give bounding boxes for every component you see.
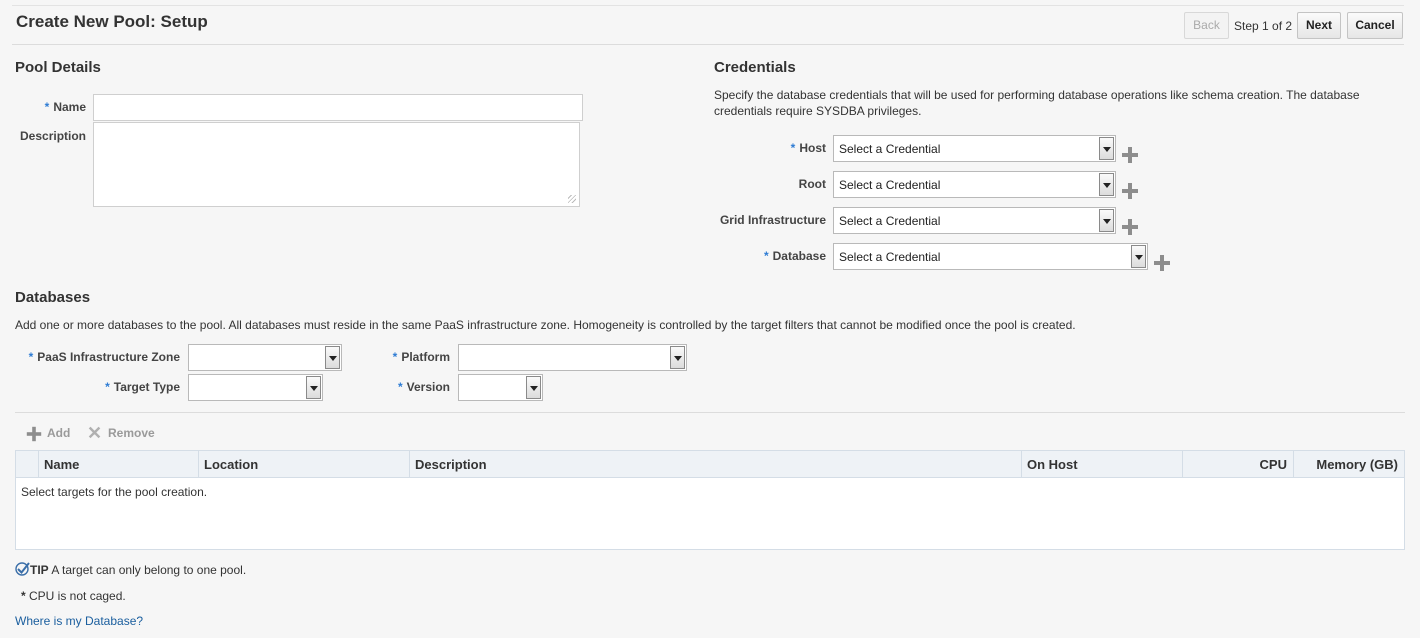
grid-infrastructure-credential-label: Grid Infrastructure [719,213,826,227]
add-label: Add [47,426,71,440]
add-button[interactable]: Add [26,426,71,442]
required-indicator: * [790,141,796,155]
next-button[interactable]: Next [1297,12,1341,39]
zone-label: * PaaS Infrastructure Zone [28,350,180,364]
column-header-name[interactable]: Name [38,451,198,478]
root-credential-select[interactable]: Select a Credential [833,171,1116,198]
header-divider [12,44,1404,45]
add-host-credential-plus-icon[interactable] [1122,147,1138,163]
pool-details-heading: Pool Details [15,59,101,76]
remove-label: Remove [108,426,155,440]
select-column-header[interactable] [16,451,38,478]
platform-select[interactable] [458,344,687,371]
required-indicator: * [397,380,403,394]
required-indicator: * [28,350,34,364]
credentials-heading: Credentials [714,59,796,76]
add-grid-credential-plus-icon[interactable] [1122,219,1138,235]
description-textarea[interactable] [93,122,580,207]
remove-button[interactable]: ✕ Remove [87,423,155,443]
chevron-down-icon[interactable] [1099,173,1114,196]
add-database-credential-plus-icon[interactable] [1154,255,1170,271]
chevron-down-icon[interactable] [1099,137,1114,160]
platform-label: * Platform [392,350,450,364]
root-credential-label: Root [798,177,826,191]
column-header-on-host[interactable]: On Host [1021,451,1182,478]
databases-description: Add one or more databases to the pool. A… [15,318,1076,332]
resize-grip-icon[interactable] [568,195,576,203]
databases-table: Name Location Description On Host CPU Me… [15,450,1405,550]
select-value: Select a Credential [839,250,941,264]
add-root-credential-plus-icon[interactable] [1122,183,1138,199]
select-value: Select a Credential [839,214,941,228]
target-type-label: * Target Type [105,380,180,394]
chevron-down-icon[interactable] [306,376,321,399]
name-input[interactable] [93,94,583,121]
database-credential-select[interactable]: Select a Credential [833,243,1148,270]
cpu-note: * CPU is not caged. [21,589,126,603]
required-indicator: * [105,380,110,394]
version-label: * Version [397,380,450,394]
required-indicator: * [44,100,50,114]
add-plus-icon [26,426,42,442]
required-indicator: * [392,350,398,364]
database-credential-label: * Database [763,249,826,263]
column-header-location[interactable]: Location [198,451,409,478]
target-type-select[interactable] [188,374,323,401]
top-divider [12,5,1404,6]
chevron-down-icon[interactable] [1099,209,1114,232]
chevron-down-icon[interactable] [325,346,340,369]
version-select[interactable] [458,374,543,401]
databases-heading: Databases [15,289,91,306]
chevron-down-icon[interactable] [526,376,541,399]
remove-x-icon: ✕ [87,423,103,443]
credentials-description: Specify the database credentials that wi… [714,88,1360,118]
check-icon [15,562,30,576]
host-credential-select[interactable]: Select a Credential [833,135,1116,162]
table-header: Name Location Description On Host CPU Me… [16,451,1404,478]
page-title: Create New Pool: Setup [16,12,208,31]
select-value: Select a Credential [839,142,941,156]
tip-label: TIP [30,563,49,577]
zone-select[interactable] [188,344,342,371]
name-label: * Name [44,100,86,114]
back-button[interactable]: Back [1184,12,1229,39]
host-credential-label: * Host [790,141,826,155]
column-header-memory[interactable]: Memory (GB) [1293,451,1404,478]
required-indicator: * [763,249,769,263]
tip: TIP A target can only belong to one pool… [15,562,246,577]
column-header-cpu[interactable]: CPU [1182,451,1293,478]
where-is-my-database-link[interactable]: Where is my Database? [15,614,143,628]
chevron-down-icon[interactable] [670,346,685,369]
cancel-button[interactable]: Cancel [1347,12,1403,39]
tip-text: A target can only belong to one pool. [51,563,247,577]
cpu-note-text: CPU is not caged. [29,589,126,603]
grid-infrastructure-credential-select[interactable]: Select a Credential [833,207,1116,234]
column-header-description[interactable]: Description [409,451,1021,478]
toolbar-divider [15,412,1405,413]
description-label: Description [20,129,87,143]
chevron-down-icon[interactable] [1131,245,1146,268]
step-indicator: Step 1 of 2 [1234,19,1293,33]
table-empty-text: Select targets for the pool creation. [21,485,208,499]
select-value: Select a Credential [839,178,941,192]
